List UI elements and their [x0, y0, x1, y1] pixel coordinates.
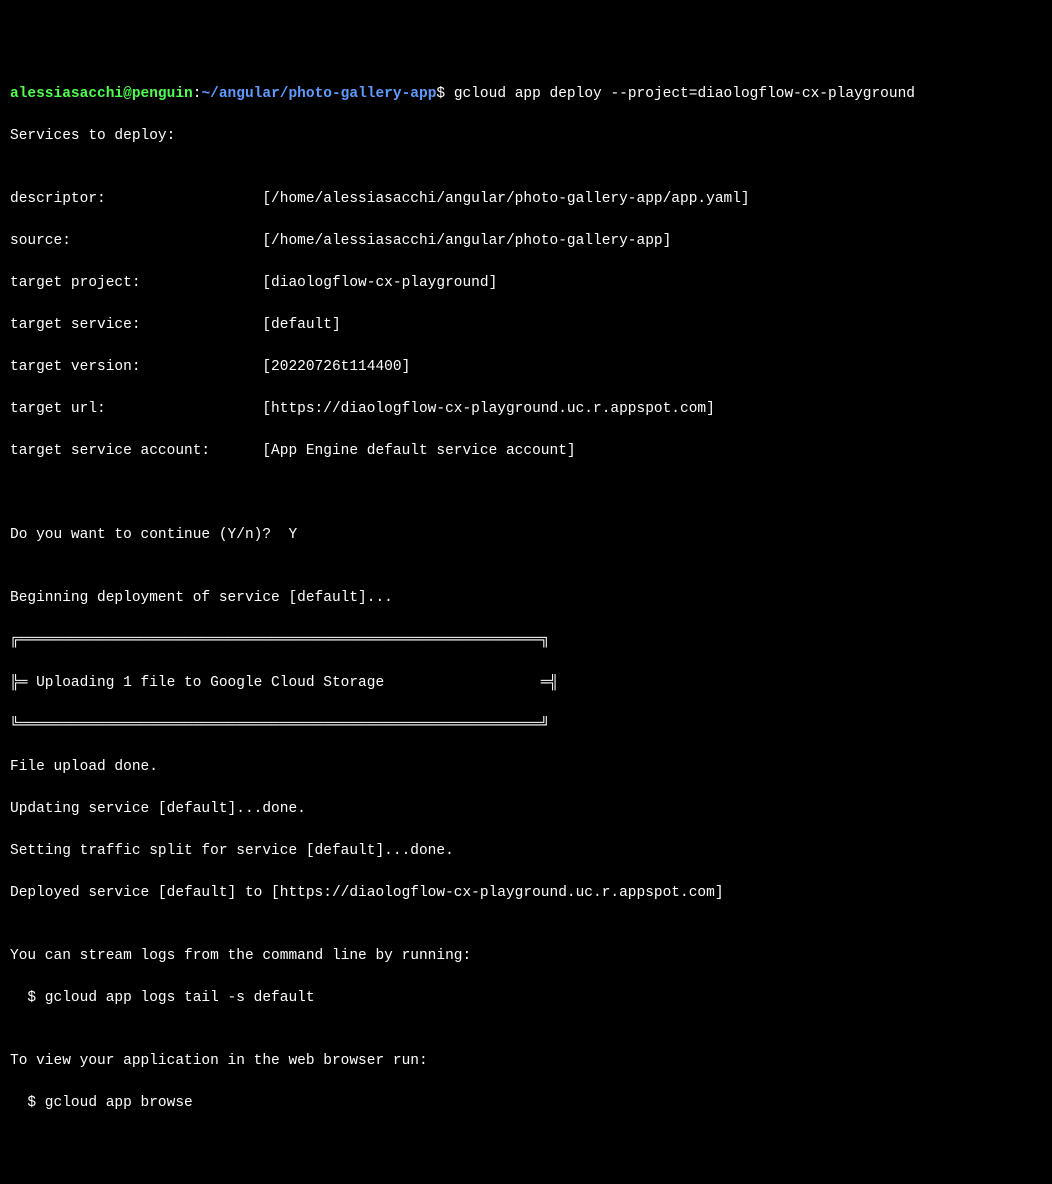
output-line: Updating service [default]...done.	[10, 799, 1042, 820]
output-line: File upload done.	[10, 757, 1042, 778]
output-line: target service account: [App Engine defa…	[10, 441, 1042, 462]
output-line: $ gcloud app browse	[10, 1093, 1042, 1114]
output-line: source: [/home/alessiasacchi/angular/pho…	[10, 231, 1042, 252]
prompt-host: penguin	[132, 86, 193, 102]
output-line: $ gcloud app logs tail -s default	[10, 988, 1042, 1009]
output-line: descriptor: [/home/alessiasacchi/angular…	[10, 189, 1042, 210]
confirm-prompt[interactable]: Do you want to continue (Y/n)? Y	[10, 525, 1042, 546]
upload-box-mid: ╠═ Uploading 1 file to Google Cloud Stor…	[10, 673, 1042, 694]
output-line: To view your application in the web brow…	[10, 1051, 1042, 1072]
prompt-path: ~/angular/photo-gallery-app	[201, 86, 436, 102]
output-line: target version: [20220726t114400]	[10, 357, 1042, 378]
output-line: You can stream logs from the command lin…	[10, 946, 1042, 967]
output-line: target service: [default]	[10, 315, 1042, 336]
upload-box-bot: ╚═══════════════════════════════════════…	[10, 715, 1042, 736]
output-line: Deployed service [default] to [https://d…	[10, 883, 1042, 904]
command-text: gcloud app deploy --project=diaologflow-…	[454, 86, 915, 102]
upload-box-top: ╔═══════════════════════════════════════…	[10, 630, 1042, 651]
output-line: Services to deploy:	[10, 126, 1042, 147]
output-line: target project: [diaologflow-cx-playgrou…	[10, 273, 1042, 294]
output-line: Setting traffic split for service [defau…	[10, 841, 1042, 862]
prompt-user: alessiasacchi	[10, 86, 123, 102]
prompt-line[interactable]: alessiasacchi@penguin:~/angular/photo-ga…	[10, 84, 1042, 105]
prompt-at: @	[123, 86, 132, 102]
output-line: target url: [https://diaologflow-cx-play…	[10, 399, 1042, 420]
prompt-dollar: $	[436, 86, 453, 102]
